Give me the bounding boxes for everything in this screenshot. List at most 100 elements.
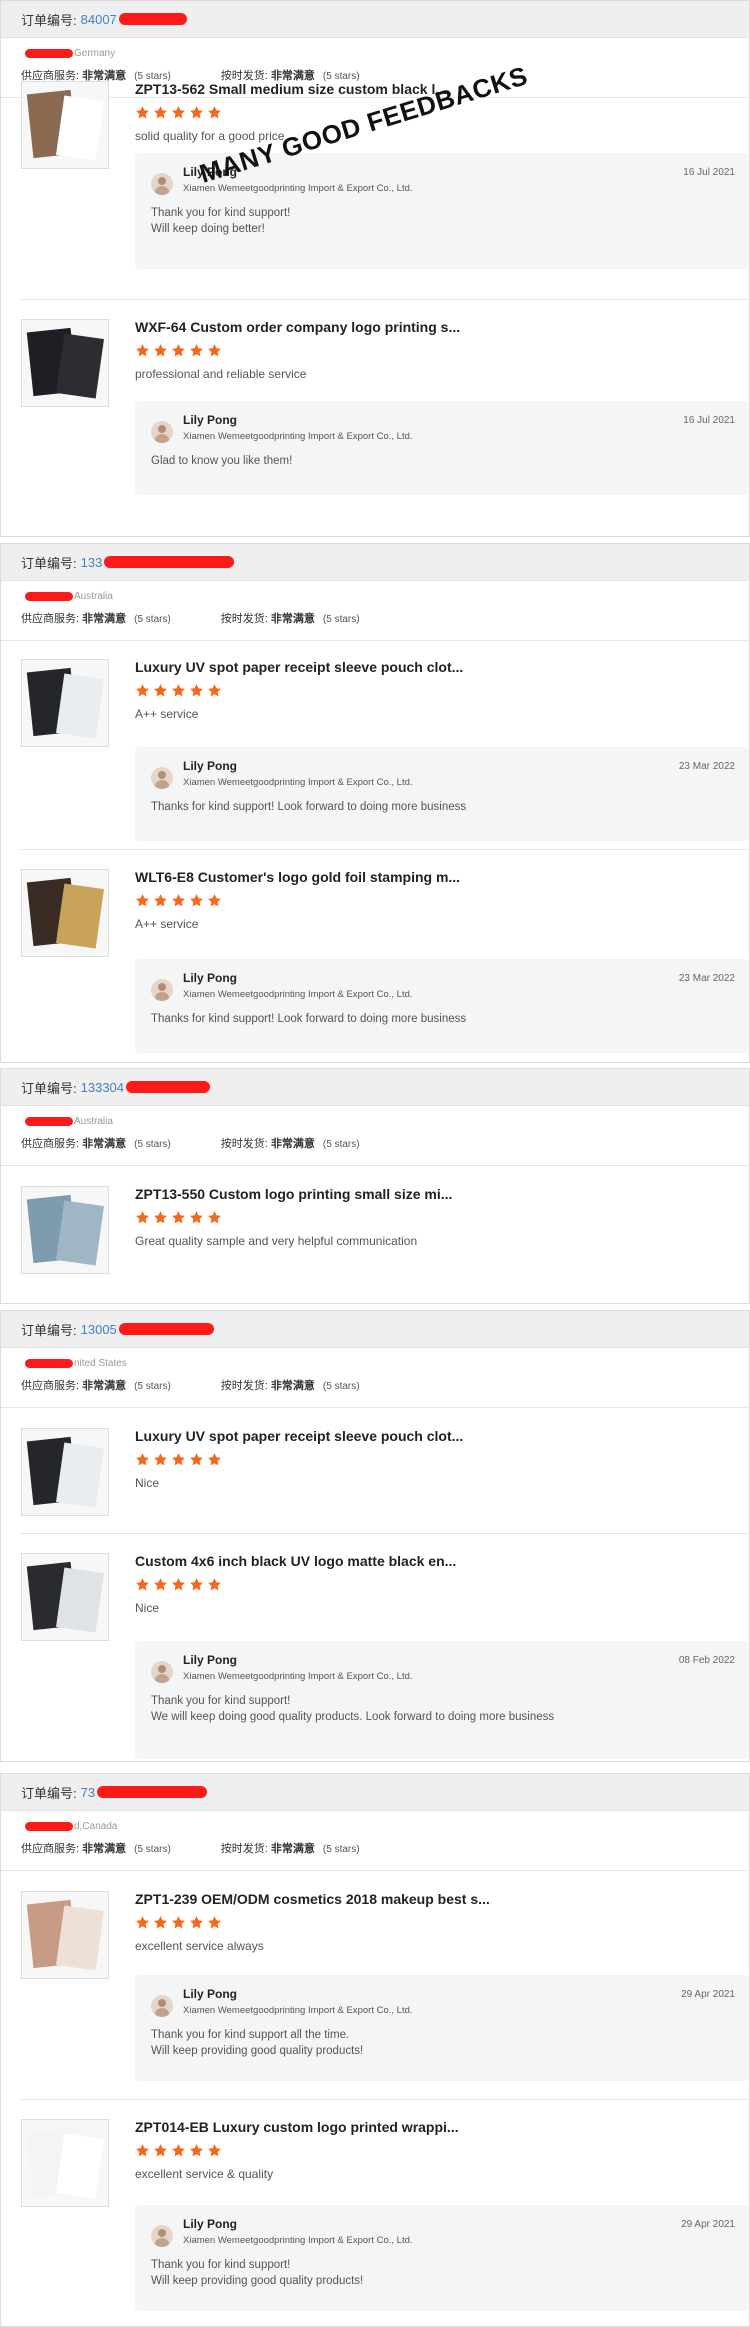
seller-company: Xiamen Wemeetgoodprinting Import & Expor… xyxy=(183,777,413,788)
star-icon xyxy=(190,106,203,119)
product-thumbnail[interactable] xyxy=(21,81,109,169)
redaction-mark xyxy=(104,556,235,568)
product-thumbnail[interactable] xyxy=(21,1891,109,1979)
order-ratings: 供应商服务: 非常满意 (5 stars) 按时发货: 非常满意 (5 stars) xyxy=(21,1135,729,1151)
buyer-comment: professional and reliable service xyxy=(135,367,307,381)
product-photo xyxy=(22,1429,108,1515)
star-icon xyxy=(172,1916,185,1929)
reply-header: Lily Pong Xiamen Wemeetgoodprinting Impor… xyxy=(151,1653,733,1683)
star-icon xyxy=(172,894,185,907)
redaction-mark xyxy=(25,1821,73,1831)
reply-line: Thanks for kind support! Look forward to… xyxy=(151,801,467,813)
star-rating xyxy=(135,1577,749,1593)
order-header: 订单编号: 73 xyxy=(1,1774,749,1811)
rating-label: 按时发货: xyxy=(220,1138,271,1150)
product-title-link[interactable]: ZPT13-550 Custom logo printing small siz… xyxy=(135,1186,749,1202)
seller-name: Lily Pong xyxy=(183,759,237,773)
product-title-link[interactable]: ZPT014-EB Luxury custom logo printed wra… xyxy=(135,2119,749,2135)
review-content: ZPT014-EB Luxury custom logo printed wra… xyxy=(135,2119,749,2311)
seller-reply: Lily Pong Xiamen Wemeetgoodprinting Impor… xyxy=(135,959,749,1053)
product-thumbnail[interactable] xyxy=(21,319,109,407)
reply-date: 23 Mar 2022 xyxy=(678,973,735,984)
reply-line: Glad to know you like them! xyxy=(151,455,293,467)
reply-date: 08 Feb 2022 xyxy=(678,1655,735,1666)
order-number-label: 订单编号: xyxy=(21,12,77,28)
product-title-link[interactable]: Luxury UV spot paper receipt sleeve pouc… xyxy=(135,659,749,675)
reply-date: 29 Apr 2021 xyxy=(681,2219,735,2230)
seller-info: Lily Pong Xiamen Wemeetgoodprinting Impor… xyxy=(183,759,413,788)
review-item: Luxury UV spot paper receipt sleeve pouc… xyxy=(1,1428,749,1528)
rating-label: 供应商服务: xyxy=(21,613,83,625)
rating-value: 非常满意 xyxy=(82,613,127,625)
star-icon xyxy=(172,1211,185,1224)
star-icon xyxy=(190,1211,203,1224)
product-title-link[interactable]: WLT6-E8 Customer's logo gold foil stampi… xyxy=(135,869,749,885)
star-icon xyxy=(172,684,185,697)
avatar xyxy=(151,421,173,443)
seller-name: Lily Pong xyxy=(183,971,237,985)
order-number-link[interactable]: 84007 xyxy=(81,12,117,27)
redaction-mark xyxy=(25,591,73,601)
order-number-link[interactable]: 133 xyxy=(81,555,103,570)
star-icon xyxy=(172,1453,185,1466)
supplier-service-rating: 供应商服务: 非常满意 (5 stars) xyxy=(21,610,171,626)
order-number-link[interactable]: 133304 xyxy=(81,1080,124,1095)
product-title-link[interactable]: ZPT1-239 OEM/ODM cosmetics 2018 makeup b… xyxy=(135,1891,749,1907)
star-icon xyxy=(154,894,167,907)
country-name: Australia xyxy=(74,1116,113,1127)
reply-header: Lily Pong Xiamen Wemeetgoodprinting Impor… xyxy=(151,2217,733,2247)
product-photo xyxy=(22,2120,108,2206)
reply-header: Lily Pong Xiamen Wemeetgoodprinting Impor… xyxy=(151,971,733,1001)
redaction-mark xyxy=(118,13,187,25)
order-number-link[interactable]: 13005 xyxy=(81,1322,117,1337)
star-icon xyxy=(190,894,203,907)
reply-line: Thank you for kind support! xyxy=(151,2259,291,2271)
reply-text: Thanks for kind support! Look forward to… xyxy=(151,1011,733,1027)
redaction-mark xyxy=(25,1116,73,1126)
product-thumbnail[interactable] xyxy=(21,1553,109,1641)
country-name: Germany xyxy=(74,48,116,59)
star-icon xyxy=(136,1578,149,1591)
star-icon xyxy=(190,2144,203,2157)
seller-name: Lily Pong xyxy=(183,1987,237,2001)
seller-name: Lily Pong xyxy=(183,2217,237,2231)
buyer-country: Australia xyxy=(21,1115,729,1129)
star-icon xyxy=(136,106,149,119)
reply-date: 23 Mar 2022 xyxy=(678,761,735,772)
order-number-link[interactable]: 73 xyxy=(81,1785,95,1800)
product-thumbnail[interactable] xyxy=(21,2119,109,2207)
reply-text: Thanks for kind support! Look forward to… xyxy=(151,799,733,815)
product-title-link[interactable]: WXF-64 Custom order company logo printin… xyxy=(135,319,749,335)
star-icon xyxy=(154,684,167,697)
star-rating xyxy=(135,343,749,359)
product-thumbnail[interactable] xyxy=(21,869,109,957)
star-icon xyxy=(172,1578,185,1591)
star-icon xyxy=(154,2144,167,2157)
on-time-delivery-rating: 按时发货: 非常满意 (5 stars) xyxy=(221,610,360,626)
product-thumbnail[interactable] xyxy=(21,1186,109,1274)
order-header: 订单编号: 84007 xyxy=(1,1,749,38)
avatar xyxy=(151,173,173,195)
avatar xyxy=(151,979,173,1001)
order-number-label: 订单编号: xyxy=(21,1322,77,1338)
star-icon xyxy=(208,684,221,697)
star-icon xyxy=(190,684,203,697)
reply-date: 16 Jul 2021 xyxy=(683,415,735,426)
review-content: Luxury UV spot paper receipt sleeve pouc… xyxy=(135,659,749,841)
star-icon xyxy=(136,684,149,697)
star-icon xyxy=(208,106,221,119)
seller-reply: Lily Pong Xiamen Wemeetgoodprinting Impor… xyxy=(135,747,749,841)
review-item: WXF-64 Custom order company logo printin… xyxy=(1,319,749,495)
rating-value: 非常满意 xyxy=(270,1843,315,1855)
seller-reply: Lily Pong Xiamen Wemeetgoodprinting Impor… xyxy=(135,1975,749,2081)
product-title-link[interactable]: Luxury UV spot paper receipt sleeve pouc… xyxy=(135,1428,749,1444)
product-thumbnail[interactable] xyxy=(21,659,109,747)
star-rating xyxy=(135,1210,749,1226)
review-item: WLT6-E8 Customer's logo gold foil stampi… xyxy=(1,869,749,1053)
reply-line: Thank you for kind support all the time. xyxy=(151,2029,350,2041)
order-header: 订单编号: 133 xyxy=(1,544,749,581)
product-title-link[interactable]: Custom 4x6 inch black UV logo matte blac… xyxy=(135,1553,749,1569)
product-photo xyxy=(22,1187,108,1273)
product-thumbnail[interactable] xyxy=(21,1428,109,1516)
reply-date: 29 Apr 2021 xyxy=(681,1989,735,2000)
